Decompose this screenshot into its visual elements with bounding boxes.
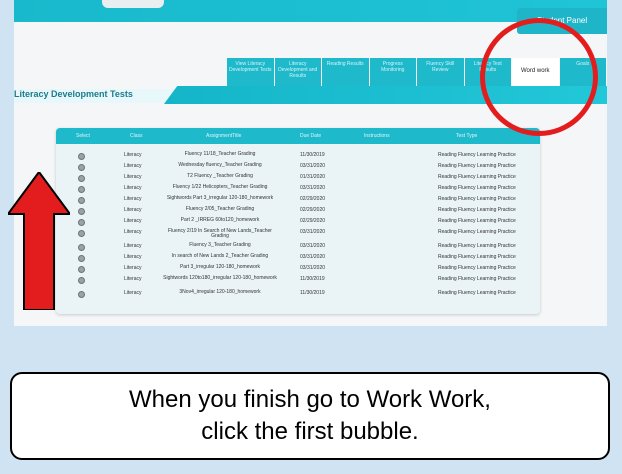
select-radio[interactable] <box>78 219 85 226</box>
table-row: Literacy Sightwords Part 3_irregular 120-… <box>56 196 540 206</box>
caption-line-2: click the first bubble. <box>201 418 419 445</box>
tab-progress-monitoring[interactable]: Progress Monitoring <box>369 58 416 86</box>
table-row: Literacy Fluency 1/22 Helicopters_Teacher… <box>56 185 540 195</box>
table-row: Literacy Fluency 2/19 In Search of New La… <box>56 229 540 239</box>
table-row: Literacy Part 3_irregular 120-180_homewor… <box>56 265 540 275</box>
row-due-date: 02/29/2020 <box>300 218 326 224</box>
row-test-type: Reading Fluency Learning Practice <box>438 290 516 296</box>
row-due-date: 11/30/2019 <box>300 276 325 282</box>
select-radio[interactable] <box>78 266 85 273</box>
select-radio[interactable] <box>78 291 85 298</box>
page-title: Literacy Development Tests <box>14 89 133 99</box>
row-title: Wednesday fluency_Teacher Grading <box>178 162 262 168</box>
table-row: Literacy In search of New Lands 2_Teacher… <box>56 254 540 264</box>
row-test-type: Reading Fluency Learning Practice <box>438 152 516 158</box>
table-row: Literacy T2 Fluency _Teacher Grading 01/31… <box>56 174 540 184</box>
table-row: Literacy Part 2 _IRREG 60to120_homework 02… <box>56 218 540 228</box>
row-title: Fluency 11/18_Teacher Grading <box>184 151 256 157</box>
table-row: Literacy Fluency 2/05_Teacher Grading 02/2… <box>56 207 540 217</box>
row-title: In search of New Lands 2_Teacher Grading <box>171 253 269 259</box>
col-header-test-type: Test Type <box>456 133 478 139</box>
row-due-date: 02/29/2020 <box>300 207 326 213</box>
caption-line-1: When you finish go to Work Work, <box>129 386 491 413</box>
select-radio[interactable] <box>78 186 85 193</box>
row-class: Literacy <box>124 207 142 213</box>
row-title: Part 3_irregular 120-180_homework <box>179 264 261 270</box>
instruction-caption: When you finish go to Work Work, click t… <box>10 372 610 460</box>
row-class: Literacy <box>124 174 142 180</box>
row-title: Fluency 2/19 In Search of New Lands_Teac… <box>168 228 272 239</box>
select-radio[interactable] <box>78 255 85 262</box>
tab-literacy-development-results[interactable]: Literacy Development and Results <box>274 58 321 86</box>
row-title: Fluency 1/22 Helicopters_Teacher Grading <box>172 184 268 190</box>
highlight-circle <box>480 18 598 136</box>
assignments-table: Select Class AssignmentTitle Due Date In… <box>56 128 540 314</box>
select-radio[interactable] <box>78 197 85 204</box>
row-due-date: 03/31/2020 <box>300 254 326 260</box>
tab-view-literacy-tests[interactable]: View Literacy Development Tests <box>227 58 274 86</box>
row-due-date: 03/31/2020 <box>300 243 326 249</box>
row-class: Literacy <box>124 218 142 224</box>
row-class: Literacy <box>124 254 142 260</box>
select-radio[interactable] <box>78 175 85 182</box>
row-class: Literacy <box>124 196 142 202</box>
row-due-date: 03/31/2020 <box>300 163 326 169</box>
row-class: Literacy <box>124 276 142 282</box>
row-title: T2 Fluency _Teacher Grading <box>187 173 253 179</box>
row-class: Literacy <box>124 265 142 271</box>
row-test-type: Reading Fluency Learning Practice <box>438 229 516 235</box>
select-radio[interactable] <box>78 153 85 160</box>
row-class: Literacy <box>124 229 142 235</box>
table-row: Literacy 3Nov4_irregular 120-180_homework… <box>56 290 540 300</box>
tab-reading-results[interactable]: Reading Results <box>322 58 369 86</box>
row-class: Literacy <box>124 185 142 191</box>
row-due-date: 02/29/2020 <box>300 196 326 202</box>
row-class: Literacy <box>124 290 142 296</box>
row-title: Part 2 _IRREG 60to120_homework <box>180 217 260 223</box>
row-test-type: Reading Fluency Learning Practice <box>438 174 516 180</box>
row-due-date: 03/31/2020 <box>300 185 326 191</box>
select-radio[interactable] <box>78 277 85 284</box>
select-radio[interactable] <box>78 208 85 215</box>
table-row: Literacy Fluency 3_Teacher Grading 03/31/2… <box>56 243 540 253</box>
row-test-type: Reading Fluency Learning Practice <box>438 185 516 191</box>
row-class: Literacy <box>124 163 142 169</box>
row-test-type: Reading Fluency Learning Practice <box>438 276 516 282</box>
table-row: Literacy Sightwords 120to180_irregular 12… <box>56 276 540 286</box>
row-test-type: Reading Fluency Learning Practice <box>438 254 516 260</box>
row-test-type: Reading Fluency Learning Practice <box>438 243 516 249</box>
row-due-date: 03/31/2020 <box>300 229 326 235</box>
row-due-date: 11/30/2019 <box>300 290 325 296</box>
col-header-due-date: Due Date <box>300 133 322 139</box>
row-test-type: Reading Fluency Learning Practice <box>438 196 516 202</box>
table-header: Select Class AssignmentTitle Due Date In… <box>56 128 540 144</box>
row-title: 3Nov4_irregular 120-180_homework <box>179 289 261 295</box>
row-title: Sightwords 120to180_irregular 120-180_ho… <box>163 275 277 281</box>
row-title: Sightwords Part 3_irregular 120-180_home… <box>166 195 274 201</box>
row-due-date: 11/30/2019 <box>300 152 325 158</box>
row-title: Fluency 2/05_Teacher Grading <box>185 206 255 212</box>
row-test-type: Reading Fluency Learning Practice <box>438 265 516 271</box>
col-header-class: Class <box>130 133 143 139</box>
select-radio[interactable] <box>78 164 85 171</box>
row-class: Literacy <box>124 152 142 158</box>
row-due-date: 01/31/2020 <box>300 174 326 180</box>
row-due-date: 03/31/2020 <box>300 265 326 271</box>
table-row: Literacy Fluency 11/18_Teacher Grading 11/… <box>56 152 540 162</box>
row-title: Fluency 3_Teacher Grading <box>189 242 251 248</box>
row-test-type: Reading Fluency Learning Practice <box>438 207 516 213</box>
select-radio[interactable] <box>78 230 85 237</box>
col-header-instructions: Instructions <box>364 133 390 139</box>
row-test-type: Reading Fluency Learning Practice <box>438 218 516 224</box>
pointer-arrow <box>8 172 70 310</box>
tab-fluency-skill-review[interactable]: Fluency Skill Review <box>417 58 464 86</box>
row-test-type: Reading Fluency Learning Practice <box>438 163 516 169</box>
table-row: Literacy Wednesday fluency_Teacher Gradin… <box>56 163 540 173</box>
row-class: Literacy <box>124 243 142 249</box>
col-header-select: Select <box>76 133 90 139</box>
col-header-title: AssignmentTitle <box>206 133 242 139</box>
select-radio[interactable] <box>78 244 85 251</box>
top-bar-notch <box>102 0 164 8</box>
